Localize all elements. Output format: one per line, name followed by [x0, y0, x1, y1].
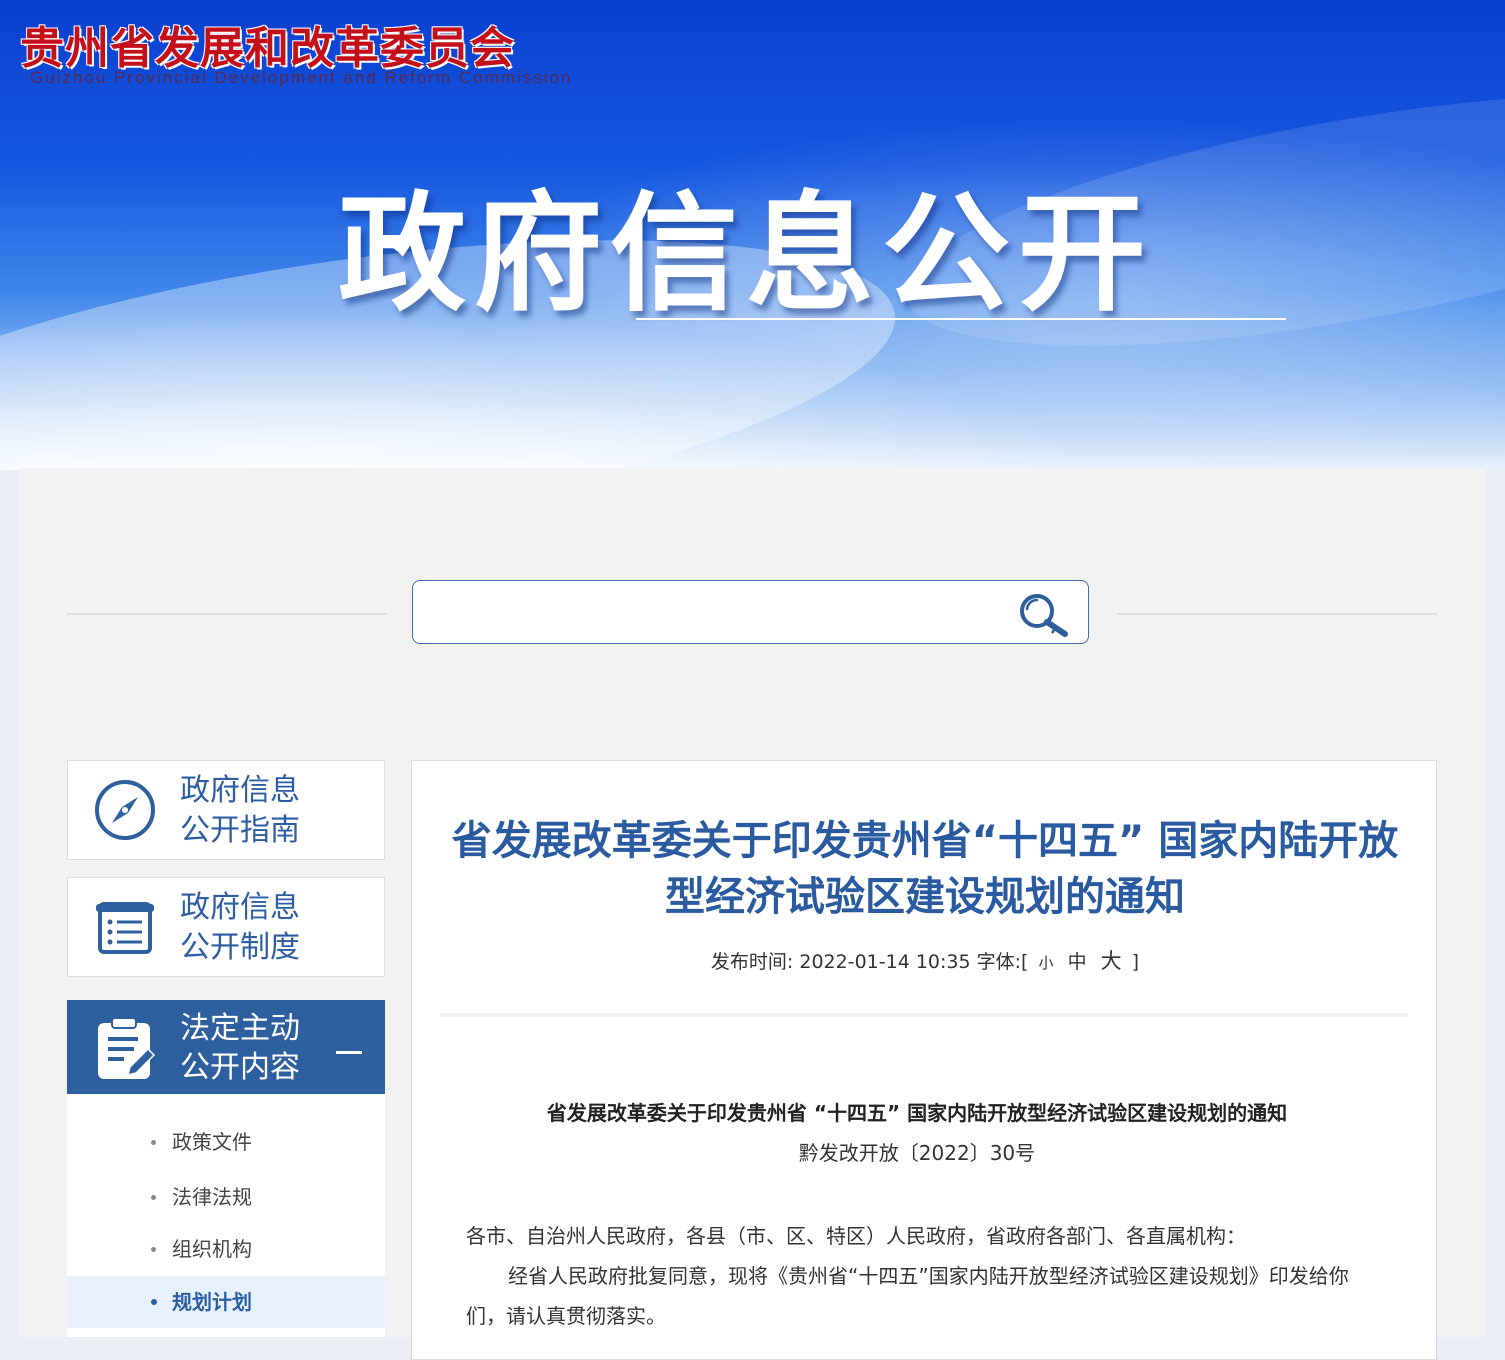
- sidebar-subnav: 政策文件 法律法规 组织机构 规划计划: [67, 1094, 385, 1337]
- subnav-item-laws[interactable]: 法律法规: [67, 1171, 385, 1223]
- subnav-item-plans[interactable]: 规划计划: [67, 1276, 385, 1328]
- compass-icon: [95, 780, 155, 840]
- subnav-item-label: 政策文件: [172, 1130, 252, 1154]
- banner-divider: [636, 318, 1286, 320]
- font-size-label: 字体:[: [976, 951, 1029, 973]
- article-meta: 发布时间: 2022-01-14 10:35 字体:[ 小 中 大 ]: [412, 945, 1438, 975]
- article-title: 省发展改革委关于印发贵州省“十四五” 国家内陆开放型经济试验区建设规划的通知: [451, 818, 1399, 920]
- search-bar: [412, 580, 1089, 644]
- divider: [1117, 613, 1437, 615]
- search-icon[interactable]: [1015, 591, 1071, 637]
- subnav-item-label: 法律法规: [172, 1185, 252, 1209]
- search-input[interactable]: [427, 591, 991, 635]
- sidebar-item-system[interactable]: 政府信息 公开制度: [67, 877, 385, 977]
- sidebar-item-label: 法定主动: [180, 1011, 300, 1046]
- banner-title: 政府信息公开: [338, 180, 1155, 329]
- content-panel: 政府信息 公开指南 政府信息 公开制度 法定主动 公开内容 政策文件 法律法规 …: [19, 468, 1485, 1360]
- site-logo-text[interactable]: 贵州省发展和改革委员会: [20, 12, 515, 76]
- edit-clipboard-icon: [98, 1017, 156, 1079]
- subnav-item-organization[interactable]: 组织机构: [67, 1223, 385, 1275]
- subnav-item-policy-documents[interactable]: 政策文件: [67, 1116, 385, 1168]
- font-size-medium-button[interactable]: 中: [1064, 951, 1091, 973]
- site-logo-subtitle: Guizhou Provincial Development and Refor…: [30, 68, 573, 87]
- article-card: 省发展改革委关于印发贵州省“十四五” 国家内陆开放型经济试验区建设规划的通知 发…: [411, 760, 1437, 1360]
- collapse-icon[interactable]: [336, 1051, 362, 1054]
- sidebar-item-label: 政府信息: [180, 890, 300, 925]
- document-paragraph: 经省人民政府批复同意，现将《贵州省“十四五”国家内陆开放型经济试验区建设规划》印…: [466, 1264, 1349, 1328]
- sidebar-item-label: 公开内容: [180, 1050, 300, 1085]
- header-banner: 贵州省发展和改革委员会 Guizhou Provincial Developme…: [0, 0, 1505, 470]
- document-paragraph: 各市、自治州人民政府，各县（市、区、特区）人民政府，省政府各部门、各直属机构：: [466, 1224, 1246, 1248]
- bullet-icon: [151, 1140, 156, 1145]
- subnav-item-label: 规划计划: [172, 1290, 252, 1314]
- sidebar-item-mandatory-disclosure[interactable]: 法定主动 公开内容: [67, 1000, 385, 1094]
- document-number: 黔发改开放〔2022〕30号: [798, 1141, 1036, 1165]
- document-title: 省发展改革委关于印发贵州省 “十四五” 国家内陆开放型经济试验区建设规划的通知: [546, 1101, 1288, 1125]
- document-body: 各市、自治州人民政府，各县（市、区、特区）人民政府，省政府各部门、各直属机构： …: [466, 1216, 1366, 1336]
- publish-label: 发布时间:: [710, 951, 794, 973]
- bullet-icon: [151, 1299, 157, 1305]
- sidebar-item-guide[interactable]: 政府信息 公开指南: [67, 760, 385, 860]
- sidebar-item-label: 公开指南: [180, 813, 300, 848]
- sidebar-item-label: 政府信息: [180, 773, 300, 808]
- font-size-large-button[interactable]: 大: [1097, 949, 1126, 973]
- list-document-icon: [96, 902, 154, 954]
- bullet-icon: [151, 1195, 156, 1200]
- bullet-icon: [151, 1247, 156, 1252]
- publish-time: 2022-01-14 10:35: [799, 951, 971, 973]
- divider: [67, 613, 387, 615]
- sidebar-item-label: 公开制度: [180, 930, 300, 965]
- font-size-close: ]: [1131, 951, 1140, 973]
- subnav-item-label: 组织机构: [172, 1237, 252, 1261]
- font-size-small-button[interactable]: 小: [1035, 954, 1058, 972]
- article-divider: [440, 1013, 1408, 1017]
